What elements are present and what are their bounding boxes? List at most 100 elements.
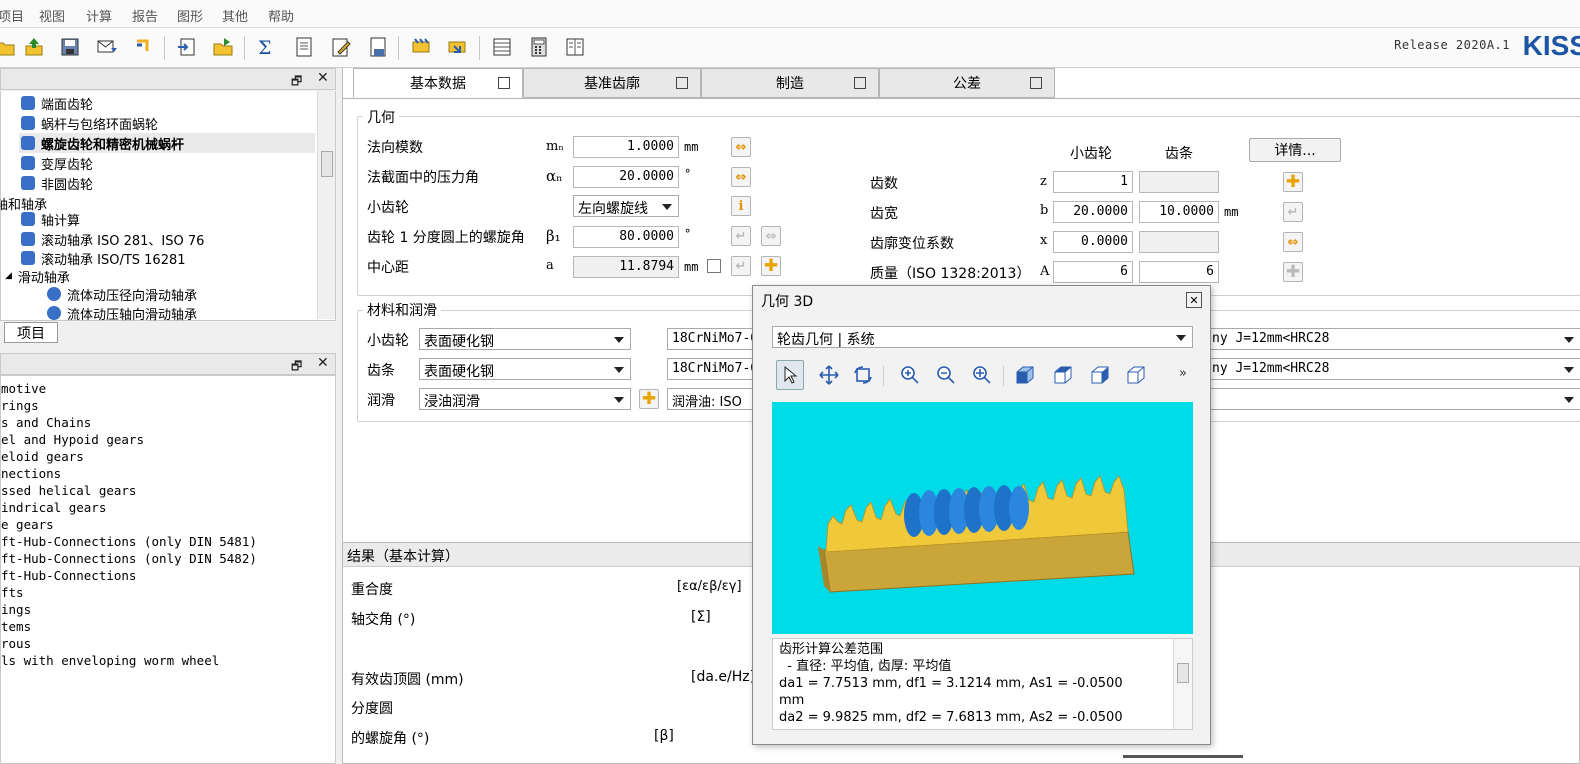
upload-icon[interactable]	[21, 34, 47, 60]
view-mode-select[interactable]: 轮齿几何 | 系统	[772, 326, 1193, 348]
back-arrow-icon[interactable]: ↵	[731, 256, 751, 276]
tab-reference-profile[interactable]: 基准齿廓	[523, 68, 701, 98]
close-icon[interactable]: ✕	[317, 70, 329, 86]
helix-angle-input[interactable]: 80.0000	[573, 226, 679, 248]
pressure-angle-input[interactable]: 20.0000	[573, 166, 679, 188]
view-side-icon[interactable]	[1086, 360, 1114, 390]
tree-item-noncircular[interactable]: 非圆齿轮	[21, 173, 93, 193]
pointer-icon[interactable]	[776, 360, 804, 390]
lubrication-type-select[interactable]: 浸油润滑	[419, 388, 631, 410]
menu-view[interactable]: 视图	[39, 6, 65, 25]
tree-scrollbar[interactable]	[317, 91, 335, 319]
menu-project[interactable]: 项目	[0, 6, 24, 25]
list-item[interactable]: nections	[1, 466, 61, 483]
list-item[interactable]: ft-Hub-Connections (only DIN 5482)	[1, 551, 257, 568]
pinion-quality-input[interactable]: 6	[1053, 261, 1133, 283]
tree-group-plain-bearing[interactable]: ◢ 滑动轴承	[5, 266, 70, 286]
more-icon[interactable]: »	[1179, 366, 1187, 381]
rack-width-input[interactable]: 10.0000	[1139, 201, 1219, 223]
list-item[interactable]: e gears	[1, 517, 54, 534]
mail-icon[interactable]	[94, 34, 120, 60]
close-icon[interactable]: ✕	[1186, 292, 1202, 308]
normal-module-input[interactable]: 1.0000	[573, 136, 679, 158]
list-item[interactable]: ssed helical gears	[1, 483, 136, 500]
table-icon[interactable]	[489, 34, 515, 60]
rack-quality-input[interactable]: 6	[1139, 261, 1219, 283]
tree-item-beveloid[interactable]: 变厚齿轮	[21, 153, 93, 173]
list-item[interactable]: tems	[1, 619, 31, 636]
pinion-teeth-input[interactable]: 1	[1053, 171, 1133, 193]
tree-item-rolling-bearing-281[interactable]: 滚动轴承 ISO 281、ISO 76	[21, 229, 204, 249]
convert-arrow-icon[interactable]: ⇔	[731, 137, 751, 157]
back-arrow-icon[interactable]: ↵	[1283, 202, 1303, 222]
back-arrow-icon[interactable]: ↵	[731, 226, 751, 246]
list-item[interactable]: rous	[1, 636, 31, 653]
rotate-icon[interactable]	[849, 360, 877, 390]
pan-icon[interactable]	[815, 360, 843, 390]
list-item[interactable]: s and Chains	[1, 415, 91, 432]
report-icon[interactable]	[291, 34, 317, 60]
book-icon[interactable]	[562, 34, 588, 60]
sum-icon[interactable]: Σ	[253, 34, 279, 60]
menu-calc[interactable]: 计算	[86, 6, 112, 25]
view-iso-icon[interactable]	[1122, 360, 1150, 390]
list-item[interactable]: eloid gears	[1, 449, 84, 466]
tab-tolerances[interactable]: 公差	[879, 68, 1055, 98]
tab-basic-data[interactable]: 基本数据	[353, 68, 523, 98]
details-button[interactable]: 详情...	[1249, 138, 1341, 162]
gear-yellow-icon[interactable]	[408, 34, 434, 60]
edit-report-icon[interactable]	[328, 34, 354, 60]
menu-graphics[interactable]: 图形	[177, 6, 203, 25]
tree-item-worm[interactable]: 蜗杆与包络环面蜗轮	[21, 113, 158, 133]
tab-manufacturing[interactable]: 制造	[701, 68, 879, 98]
pinion-shift-input[interactable]: 0.0000	[1053, 231, 1133, 253]
zoom-fit-icon[interactable]	[968, 360, 996, 390]
menu-report[interactable]: 报告	[132, 6, 158, 25]
tree-item-rolling-bearing-16281[interactable]: 滚动轴承 ISO/TS 16281	[21, 248, 186, 268]
view-front-icon[interactable]	[1011, 360, 1039, 390]
list-item[interactable]: motive	[1, 381, 46, 398]
scroll-thumb[interactable]	[1177, 663, 1189, 683]
open-folder-icon[interactable]	[0, 34, 18, 60]
center-distance-checkbox[interactable]	[707, 259, 721, 273]
convert-arrow-icon[interactable]: ⇔	[731, 167, 751, 187]
undo-icon[interactable]	[131, 34, 157, 60]
info-scrollbar[interactable]	[1173, 639, 1192, 729]
add-icon[interactable]: ✚	[639, 389, 659, 409]
zoom-out-icon[interactable]	[932, 360, 960, 390]
close-icon[interactable]: ✕	[317, 355, 329, 371]
3d-viewport[interactable]	[772, 402, 1193, 634]
view-top-icon[interactable]	[1049, 360, 1077, 390]
tree-item-axial-bearing[interactable]: 流体动压轴向滑动轴承	[47, 303, 197, 323]
rack-shift-input[interactable]	[1139, 231, 1219, 253]
tree-item-shaft-calc[interactable]: 轴计算	[21, 209, 80, 229]
list-item[interactable]: rings	[1, 398, 39, 415]
scroll-thumb[interactable]	[321, 151, 333, 177]
import-icon[interactable]	[174, 34, 200, 60]
add-icon[interactable]: ✚	[761, 256, 781, 276]
list-item[interactable]: ls with enveloping worm wheel	[1, 653, 219, 670]
list-item[interactable]: indrical gears	[1, 500, 106, 517]
list-item[interactable]: ft-Hub-Connections (only DIN 5481)	[1, 534, 257, 551]
pinion-width-input[interactable]: 20.0000	[1053, 201, 1133, 223]
tab-project[interactable]: 项目	[4, 322, 58, 343]
helix-direction-select[interactable]: 左向螺旋线	[573, 195, 679, 217]
add-icon[interactable]: ✚	[1283, 262, 1303, 282]
convert-arrow-icon[interactable]: ⇔	[1283, 232, 1303, 252]
tree-item-crossed-helical[interactable]: 螺旋齿轮和精密机械蜗杆	[19, 133, 315, 153]
center-distance-input[interactable]: 11.8794	[573, 256, 679, 278]
tree-item-radial-bearing[interactable]: 流体动压径向滑动轴承	[47, 284, 197, 304]
list-item[interactable]: fts	[1, 585, 24, 602]
list-item[interactable]: ings	[1, 602, 31, 619]
add-icon[interactable]: ✚	[1283, 172, 1303, 192]
list-item[interactable]: ft-Hub-Connections	[1, 568, 136, 585]
calculator-icon[interactable]	[526, 34, 552, 60]
save-icon[interactable]	[57, 34, 83, 60]
list-item[interactable]: el and Hypoid gears	[1, 432, 144, 449]
convert-arrow-icon[interactable]: ⇔	[761, 226, 781, 246]
rack-material-type-select[interactable]: 表面硬化钢	[419, 358, 631, 380]
rack-teeth-input[interactable]	[1139, 171, 1219, 193]
float-icon[interactable]: 🗗	[291, 72, 302, 93]
tree-item-face-gear[interactable]: 端面齿轮	[21, 93, 93, 113]
zoom-in-icon[interactable]	[896, 360, 924, 390]
